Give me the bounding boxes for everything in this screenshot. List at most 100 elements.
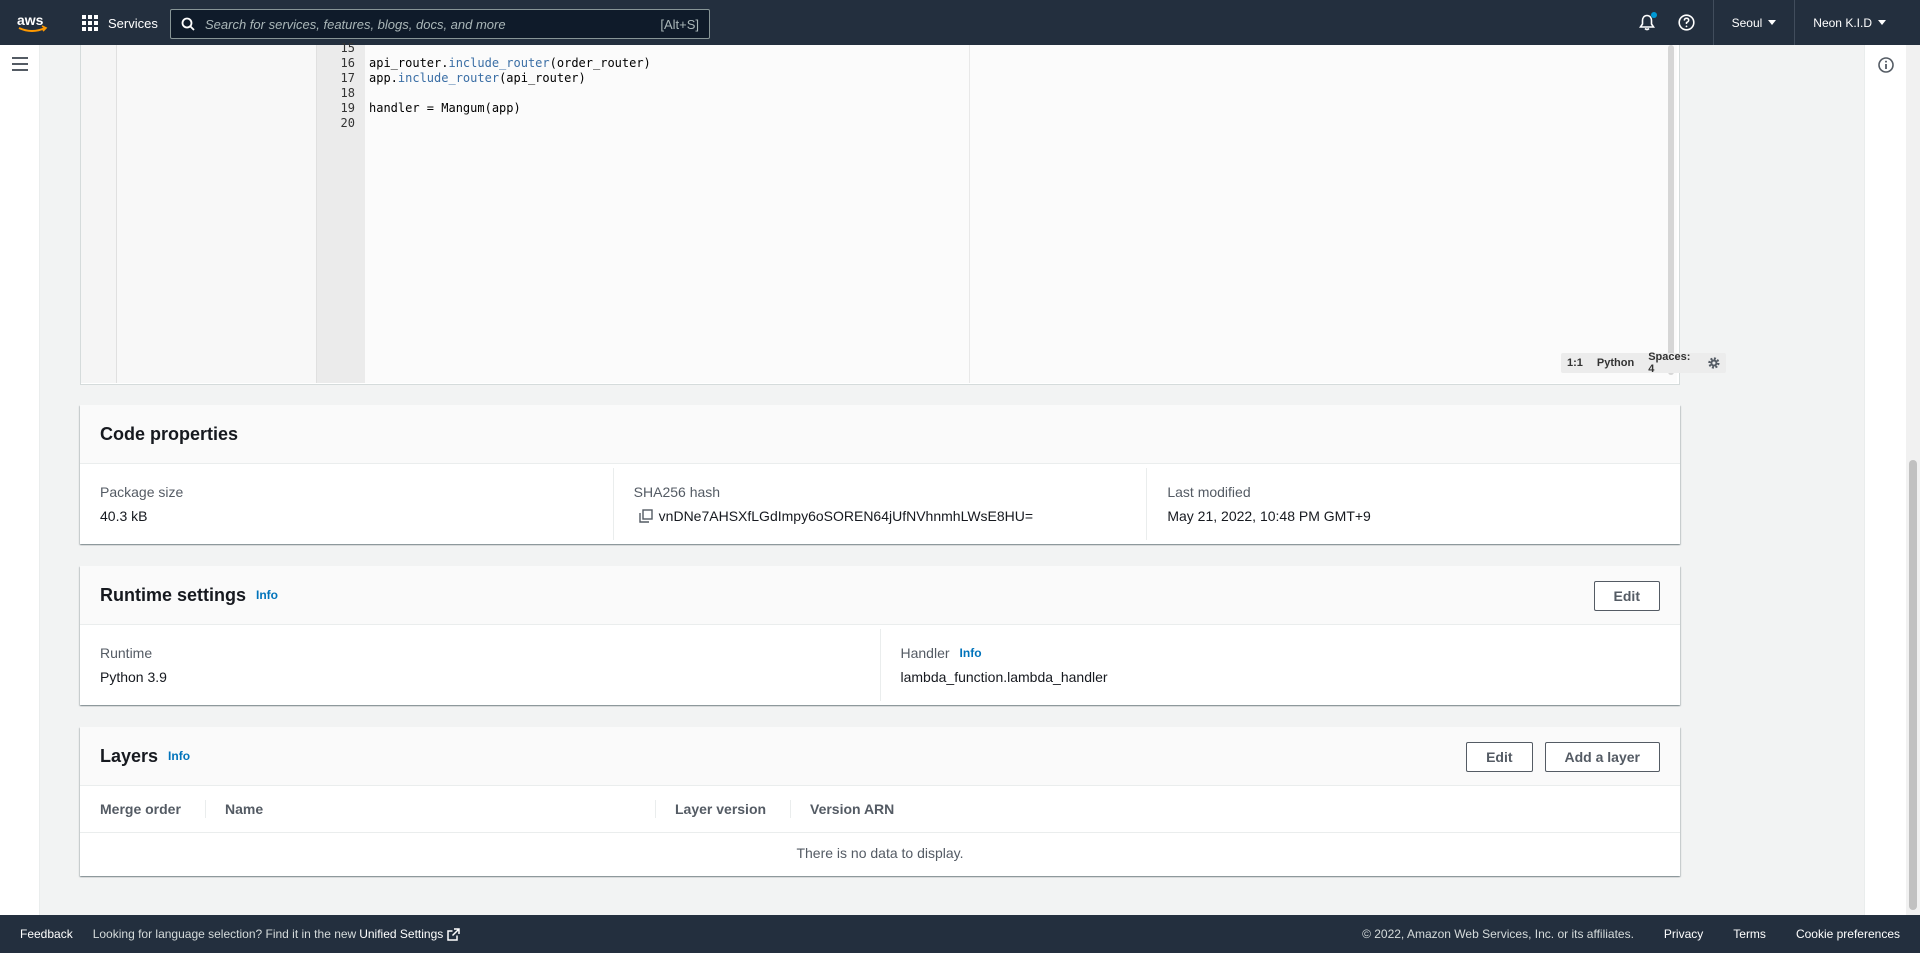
last-modified-value: May 21, 2022, 10:48 PM GMT+9 [1167, 508, 1371, 524]
unified-settings-link[interactable]: Unified Settings [359, 927, 461, 941]
line-number: 18 [340, 86, 355, 100]
left-rail [0, 45, 40, 915]
line-number-gutter: 15 16 17 18 19 20 [317, 41, 365, 383]
account-menu[interactable]: Neon K.I.D [1794, 0, 1920, 45]
account-label: Neon K.I.D [1813, 15, 1872, 30]
hamburger-menu-icon[interactable] [12, 57, 28, 71]
package-size-cell: Package size 40.3 kB [80, 468, 613, 540]
panel-title: Code properties [100, 423, 239, 444]
layers-table: Merge order Name Layer version Version A… [80, 786, 1680, 833]
header-actions: Edit Add a layer [1466, 742, 1660, 772]
runtime-value: Python 3.9 [100, 669, 167, 685]
search-shortcut: [Alt+S] [660, 16, 699, 32]
sha-label: SHA256 hash [633, 484, 721, 500]
handler-value: lambda_function.lambda_handler [900, 669, 1108, 685]
package-size-value: 40.3 kB [100, 508, 148, 524]
edit-runtime-button[interactable]: Edit [1593, 581, 1660, 611]
line-number: 16 [340, 56, 355, 70]
region-selector[interactable]: Seoul [1712, 0, 1795, 45]
caret-down-icon [1768, 20, 1777, 25]
services-menu[interactable]: Services [82, 12, 158, 34]
notifications-button[interactable] [1627, 0, 1667, 45]
search-icon [181, 17, 195, 31]
caret-down-icon [1878, 20, 1886, 25]
sha-cell: SHA256 hash vnDNe7AHSXfLGdImpy6oSOREN64j… [612, 468, 1147, 540]
sha-value: vnDNe7AHSXfLGdImpy6oSOREN64jUfNVhnmhLWsE… [658, 508, 1034, 524]
line-number: 15 [340, 41, 355, 55]
panel-header: Code properties [80, 405, 1680, 464]
svg-text:aws: aws [17, 12, 44, 28]
panel-title: Runtime settings [100, 584, 247, 605]
package-size-label: Package size [100, 484, 184, 500]
language-mode[interactable]: Python [1597, 357, 1634, 369]
footer: Feedback Looking for language selection?… [0, 915, 1920, 953]
runtime-cell: Runtime Python 3.9 [80, 629, 880, 701]
runtime-label: Runtime [100, 645, 153, 661]
properties-grid: Package size 40.3 kB SHA256 hash vnDNe7A… [80, 464, 1680, 544]
handler-label: Handler [900, 645, 950, 661]
cursor-position[interactable]: 1:1 [1567, 357, 1583, 369]
editor-side-toolbar [81, 45, 117, 383]
handler-label-row: Handler Info [901, 645, 1661, 661]
last-modified-cell: Last modified May 21, 2022, 10:48 PM GMT… [1146, 468, 1680, 540]
line-number: 17 [340, 71, 355, 85]
indent-setting[interactable]: Spaces: 4 [1648, 351, 1692, 375]
top-navigation: aws Services [Alt+S] [0, 0, 1920, 45]
help-icon [1678, 14, 1695, 31]
cookie-preferences-link[interactable]: Cookie preferences [1781, 927, 1920, 941]
table-header-row: Merge order Name Layer version Version A… [80, 786, 1680, 833]
method-token: include_router [397, 71, 500, 85]
info-link[interactable]: Info [256, 588, 278, 602]
info-icon[interactable] [1878, 57, 1894, 73]
print-margin [969, 45, 970, 383]
edit-layers-button[interactable]: Edit [1466, 742, 1533, 772]
scrollbar-thumb[interactable] [1909, 460, 1917, 910]
handler-info-link[interactable]: Info [960, 646, 982, 660]
privacy-link[interactable]: Privacy [1649, 927, 1718, 941]
code-properties-panel: Code properties Package size 40.3 kB SHA… [80, 405, 1680, 544]
aws-logo[interactable]: aws [17, 12, 49, 34]
method-token: include_router [448, 56, 550, 70]
column-header-merge-order[interactable]: Merge order [80, 786, 205, 833]
search-bar[interactable]: [Alt+S] [170, 9, 710, 39]
info-link[interactable]: Info [168, 749, 190, 763]
code-line: app.include_router(api_router) [369, 71, 586, 85]
footer-right: © 2022, Amazon Web Services, Inc. or its… [1347, 915, 1920, 953]
column-header-layer-version[interactable]: Layer version [655, 786, 790, 833]
code-line: api_router.include_router(order_router) [369, 56, 651, 70]
line-number: 19 [340, 101, 355, 115]
sha-value-row: vnDNe7AHSXfLGdImpy6oSOREN64jUfNVhnmhLWsE… [638, 508, 1127, 524]
terms-link[interactable]: Terms [1718, 927, 1781, 941]
info-panel-rail [1864, 45, 1906, 915]
last-modified-label: Last modified [1167, 484, 1251, 500]
column-header-version-arn[interactable]: Version ARN [790, 786, 1680, 833]
gear-icon[interactable] [1707, 355, 1721, 371]
services-label: Services [108, 15, 158, 31]
runtime-settings-panel: Runtime settings Info Edit Runtime Pytho… [80, 566, 1680, 705]
region-label: Seoul [1731, 15, 1763, 30]
code-text-area[interactable]: api_router.include_router(order_router) … [365, 45, 1677, 383]
editor-scrollbar[interactable] [1667, 45, 1675, 383]
search-input[interactable] [205, 16, 661, 32]
add-layer-button[interactable]: Add a layer [1544, 742, 1660, 772]
language-text: Looking for language selection? Find it … [92, 927, 357, 941]
handler-cell: Handler Info lambda_function.lambda_hand… [879, 629, 1681, 701]
header-actions: Edit [1593, 581, 1660, 611]
nav-right: Seoul Neon K.I.D [1627, 0, 1920, 45]
panel-header: Layers Info Edit Add a layer [80, 727, 1680, 786]
page-scrollbar[interactable] [1906, 45, 1920, 915]
grid-icon [82, 15, 98, 31]
unified-settings-label: Unified Settings [359, 927, 444, 941]
help-button[interactable] [1667, 0, 1707, 45]
line-number: 20 [340, 116, 355, 130]
code-line: handler = Mangum(app) [369, 101, 521, 115]
layers-panel: Layers Info Edit Add a layer Merge order… [80, 727, 1680, 876]
panel-header: Runtime settings Info Edit [80, 566, 1680, 625]
file-tree-panel [117, 45, 317, 383]
copy-icon[interactable] [638, 509, 653, 523]
external-link-icon [447, 927, 461, 941]
column-header-name[interactable]: Name [205, 786, 655, 833]
feedback-link[interactable]: Feedback [0, 927, 93, 941]
